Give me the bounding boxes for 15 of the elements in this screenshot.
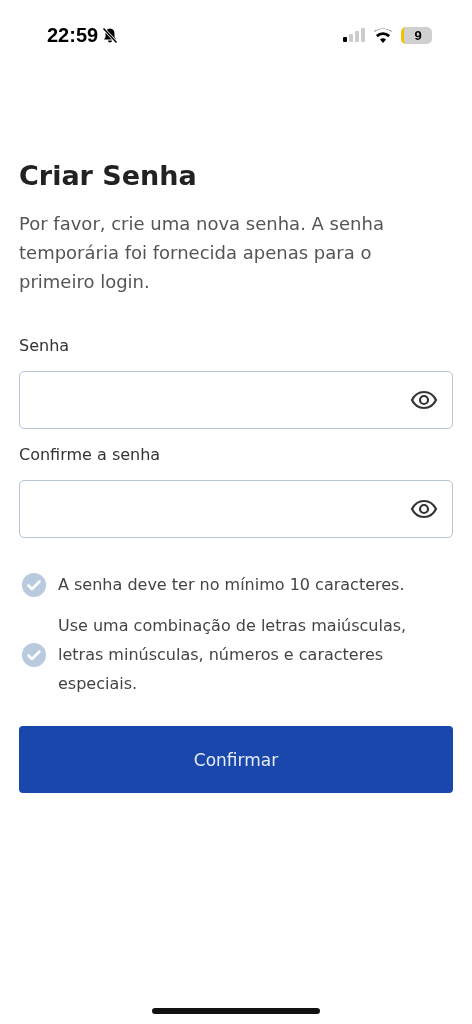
requirement-text: Use uma combinação de letras maiúsculas, letras minúsculas, números e caracteres especiais. — [58, 615, 408, 695]
confirm-button[interactable]: Confirmar — [19, 726, 453, 793]
page-title: Criar Senha — [19, 160, 198, 191]
field-label: Confirme a senha — [19, 445, 162, 464]
requirement-text: A senha deve ter no mínimo 10 caracteres. — [58, 574, 405, 596]
password-field[interactable] — [19, 371, 453, 429]
status-time: 22:59 — [47, 23, 99, 47]
password-field[interactable] — [19, 480, 453, 538]
description-text: Por favor, crie uma nova senha. A senha temporária foi fornecida apenas para o primeiro login. — [19, 212, 385, 294]
muted-bell-icon — [102, 26, 119, 44]
eye-icon[interactable] — [410, 390, 438, 410]
battery-indicator: 9 — [401, 26, 432, 44]
field-label: Senha — [19, 336, 71, 355]
signal-icon — [343, 28, 365, 42]
eye-icon[interactable] — [410, 499, 438, 519]
